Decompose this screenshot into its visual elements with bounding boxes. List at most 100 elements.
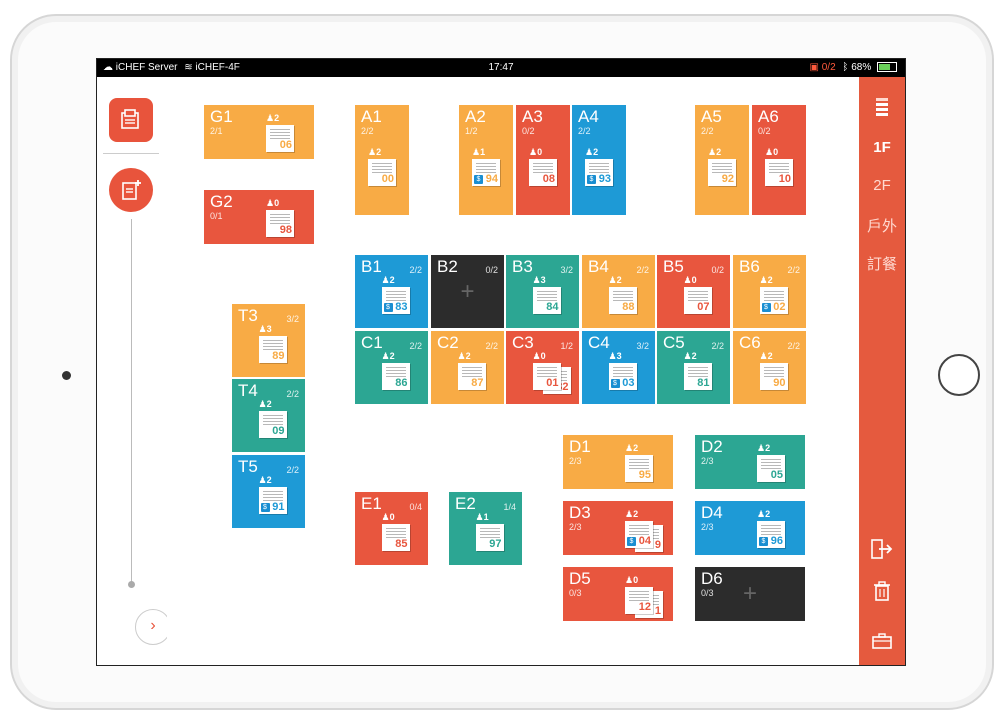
order-ticket[interactable]: ♟0 98 [266,198,294,237]
table-tile[interactable]: D4 2/3 ♟2 $96 [695,501,805,555]
order-number: 83 [395,301,408,313]
order-ticket[interactable]: ♟2 90 [759,351,788,390]
home-button[interactable] [938,354,980,396]
order-ticket[interactable]: ♟2 $83 [381,275,410,314]
order-ticket[interactable]: ♟1 $94 [472,147,500,186]
floor-tab-reservation[interactable]: 訂餐 [859,253,905,274]
order-ticket[interactable]: ♟2 88 [608,275,637,314]
ticket-lines [262,491,283,501]
table-tile[interactable]: E1 0/4 ♟0 85 [355,492,428,565]
order-ticket[interactable]: ♟2 $93 [585,147,613,186]
left-toolbar: › [97,77,171,665]
table-tile[interactable]: C3 1/2 82 ♟0 01 [506,331,579,404]
table-tile[interactable]: B1 2/2 ♟2 $83 [355,255,428,328]
guest-count: ♟0 [533,351,561,363]
table-tile[interactable]: A3 0/2 ♟0 08 [516,105,570,215]
table-tile[interactable]: D1 2/3 ♟2 95 [563,435,673,489]
order-number: 94 [485,173,498,185]
table-tile[interactable]: D2 2/3 ♟2 05 [695,435,805,489]
order-ticket[interactable]: ♟0 10 [765,147,793,186]
order-ticket[interactable]: ♟2 87 [457,351,486,390]
table-tile[interactable]: T4 2/2 ♟2 09 [232,379,305,452]
new-order-button[interactable] [109,168,153,212]
zoom-slider-knob[interactable] [128,581,135,588]
order-ticket[interactable]: ♟2 92 [708,147,736,186]
guest-number: 3 [540,275,546,285]
person-icon: ♟ [585,147,594,157]
table-tile[interactable]: G2 0/1 ♟0 98 [204,190,314,244]
table-tile[interactable]: T5 2/2 ♟2 $91 [232,455,305,528]
order-ticket[interactable]: ♟0 07 [683,275,712,314]
table-tile[interactable]: A2 1/2 ♟1 $94 [459,105,513,215]
order-ticket[interactable]: ♟2 06 [266,113,294,152]
table-tile[interactable]: A1 2/2 ♟2 00 [355,105,409,215]
floor-list-icon[interactable] [859,97,905,117]
table-tile[interactable]: D3 2/3 9 ♟2 $04 [563,501,673,555]
table-tile[interactable]: C5 2/2 ♟2 81 [657,331,730,404]
table-tile[interactable]: D6 0/3 + [695,567,805,621]
order-ticket[interactable]: ♟0 01 [532,351,561,390]
table-tile[interactable]: C1 2/2 ♟2 86 [355,331,428,404]
guest-count: ♟2 [382,351,410,363]
floor-tab-2f[interactable]: 2F [859,177,905,194]
guest-number: 2 [593,147,599,157]
table-tile[interactable]: C6 2/2 ♟2 90 [733,331,806,404]
order-ticket[interactable]: ♟0 85 [381,512,410,551]
table-tile[interactable]: B6 2/2 ♟2 $02 [733,255,806,328]
table-name: B6 [739,257,760,276]
table-tile[interactable]: A5 2/2 ♟2 92 [695,105,749,215]
table-tile[interactable]: B5 0/2 ♟0 07 [657,255,730,328]
order-ticket[interactable]: ♟3 $03 [608,351,637,390]
camera-dot [62,371,71,380]
table-tile[interactable]: T3 3/2 ♟3 89 [232,304,305,377]
order-ticket[interactable]: ♟3 89 [258,324,287,363]
table-name: C4 [588,333,610,352]
table-tile[interactable]: B3 3/2 ♟3 84 [506,255,579,328]
trash-icon[interactable] [859,581,905,601]
table-tile[interactable]: A4 2/2 ♟2 $93 [572,105,626,215]
order-ticket[interactable]: ♟2 $04 [625,509,653,548]
guest-number: 0 [691,275,697,285]
table-tile[interactable]: G1 2/1 ♟2 06 [204,105,314,159]
toolbox-icon[interactable] [859,633,905,649]
ticket-lines [629,459,649,469]
order-ticket[interactable]: ♟2 $02 [759,275,788,314]
table-tile[interactable]: B4 2/2 ♟2 88 [582,255,655,328]
order-ticket[interactable]: ♟2 95 [625,443,653,482]
order-ticket[interactable]: ♟2 00 [368,147,396,186]
table-capacity: 0/2 [758,126,771,136]
order-ticket[interactable]: ♟0 12 [625,575,653,614]
table-capacity: 2/2 [485,341,498,351]
expand-panel-button[interactable]: › [135,609,171,645]
payment-icon: $ [761,303,771,312]
table-capacity: 0/3 [701,588,714,598]
ticket-lines [385,367,406,377]
order-ticket[interactable]: ♟2 81 [683,351,712,390]
guest-count: ♟3 [609,351,637,363]
order-ticket[interactable]: ♟2 05 [757,443,785,482]
floor-tab-1f[interactable]: 1F [859,139,905,156]
guest-number: 0 [274,198,280,208]
table-tile[interactable]: D5 0/3 1 ♟0 12 [563,567,673,621]
table-tile[interactable]: C4 3/2 ♟3 $03 [582,331,655,404]
order-ticket[interactable]: ♟0 08 [529,147,557,186]
order-ticket[interactable]: ♟2 09 [258,399,287,438]
table-tile[interactable]: C2 2/2 ♟2 87 [431,331,504,404]
order-ticket[interactable]: ♟3 84 [532,275,561,314]
table-capacity: 1/4 [503,502,516,512]
guest-number: 2 [389,351,395,361]
order-ticket[interactable]: ♟1 97 [475,512,504,551]
table-capacity: 2/2 [787,265,800,275]
order-ticket[interactable]: ♟2 $96 [757,509,785,548]
table-tile[interactable]: E2 1/4 ♟1 97 [449,492,522,565]
logout-icon[interactable] [859,539,905,559]
order-ticket[interactable]: ♟2 86 [381,351,410,390]
guest-number: 2 [376,147,382,157]
table-tile[interactable]: B2 0/2 + [431,255,504,328]
battery-percent: 68% [851,62,872,73]
register-button[interactable] [109,98,153,142]
order-ticket[interactable]: ♟2 $91 [258,475,287,514]
zoom-slider-track[interactable] [131,219,132,583]
table-tile[interactable]: A6 0/2 ♟0 10 [752,105,806,215]
floor-tab-outdoor[interactable]: 戶外 [859,215,905,236]
